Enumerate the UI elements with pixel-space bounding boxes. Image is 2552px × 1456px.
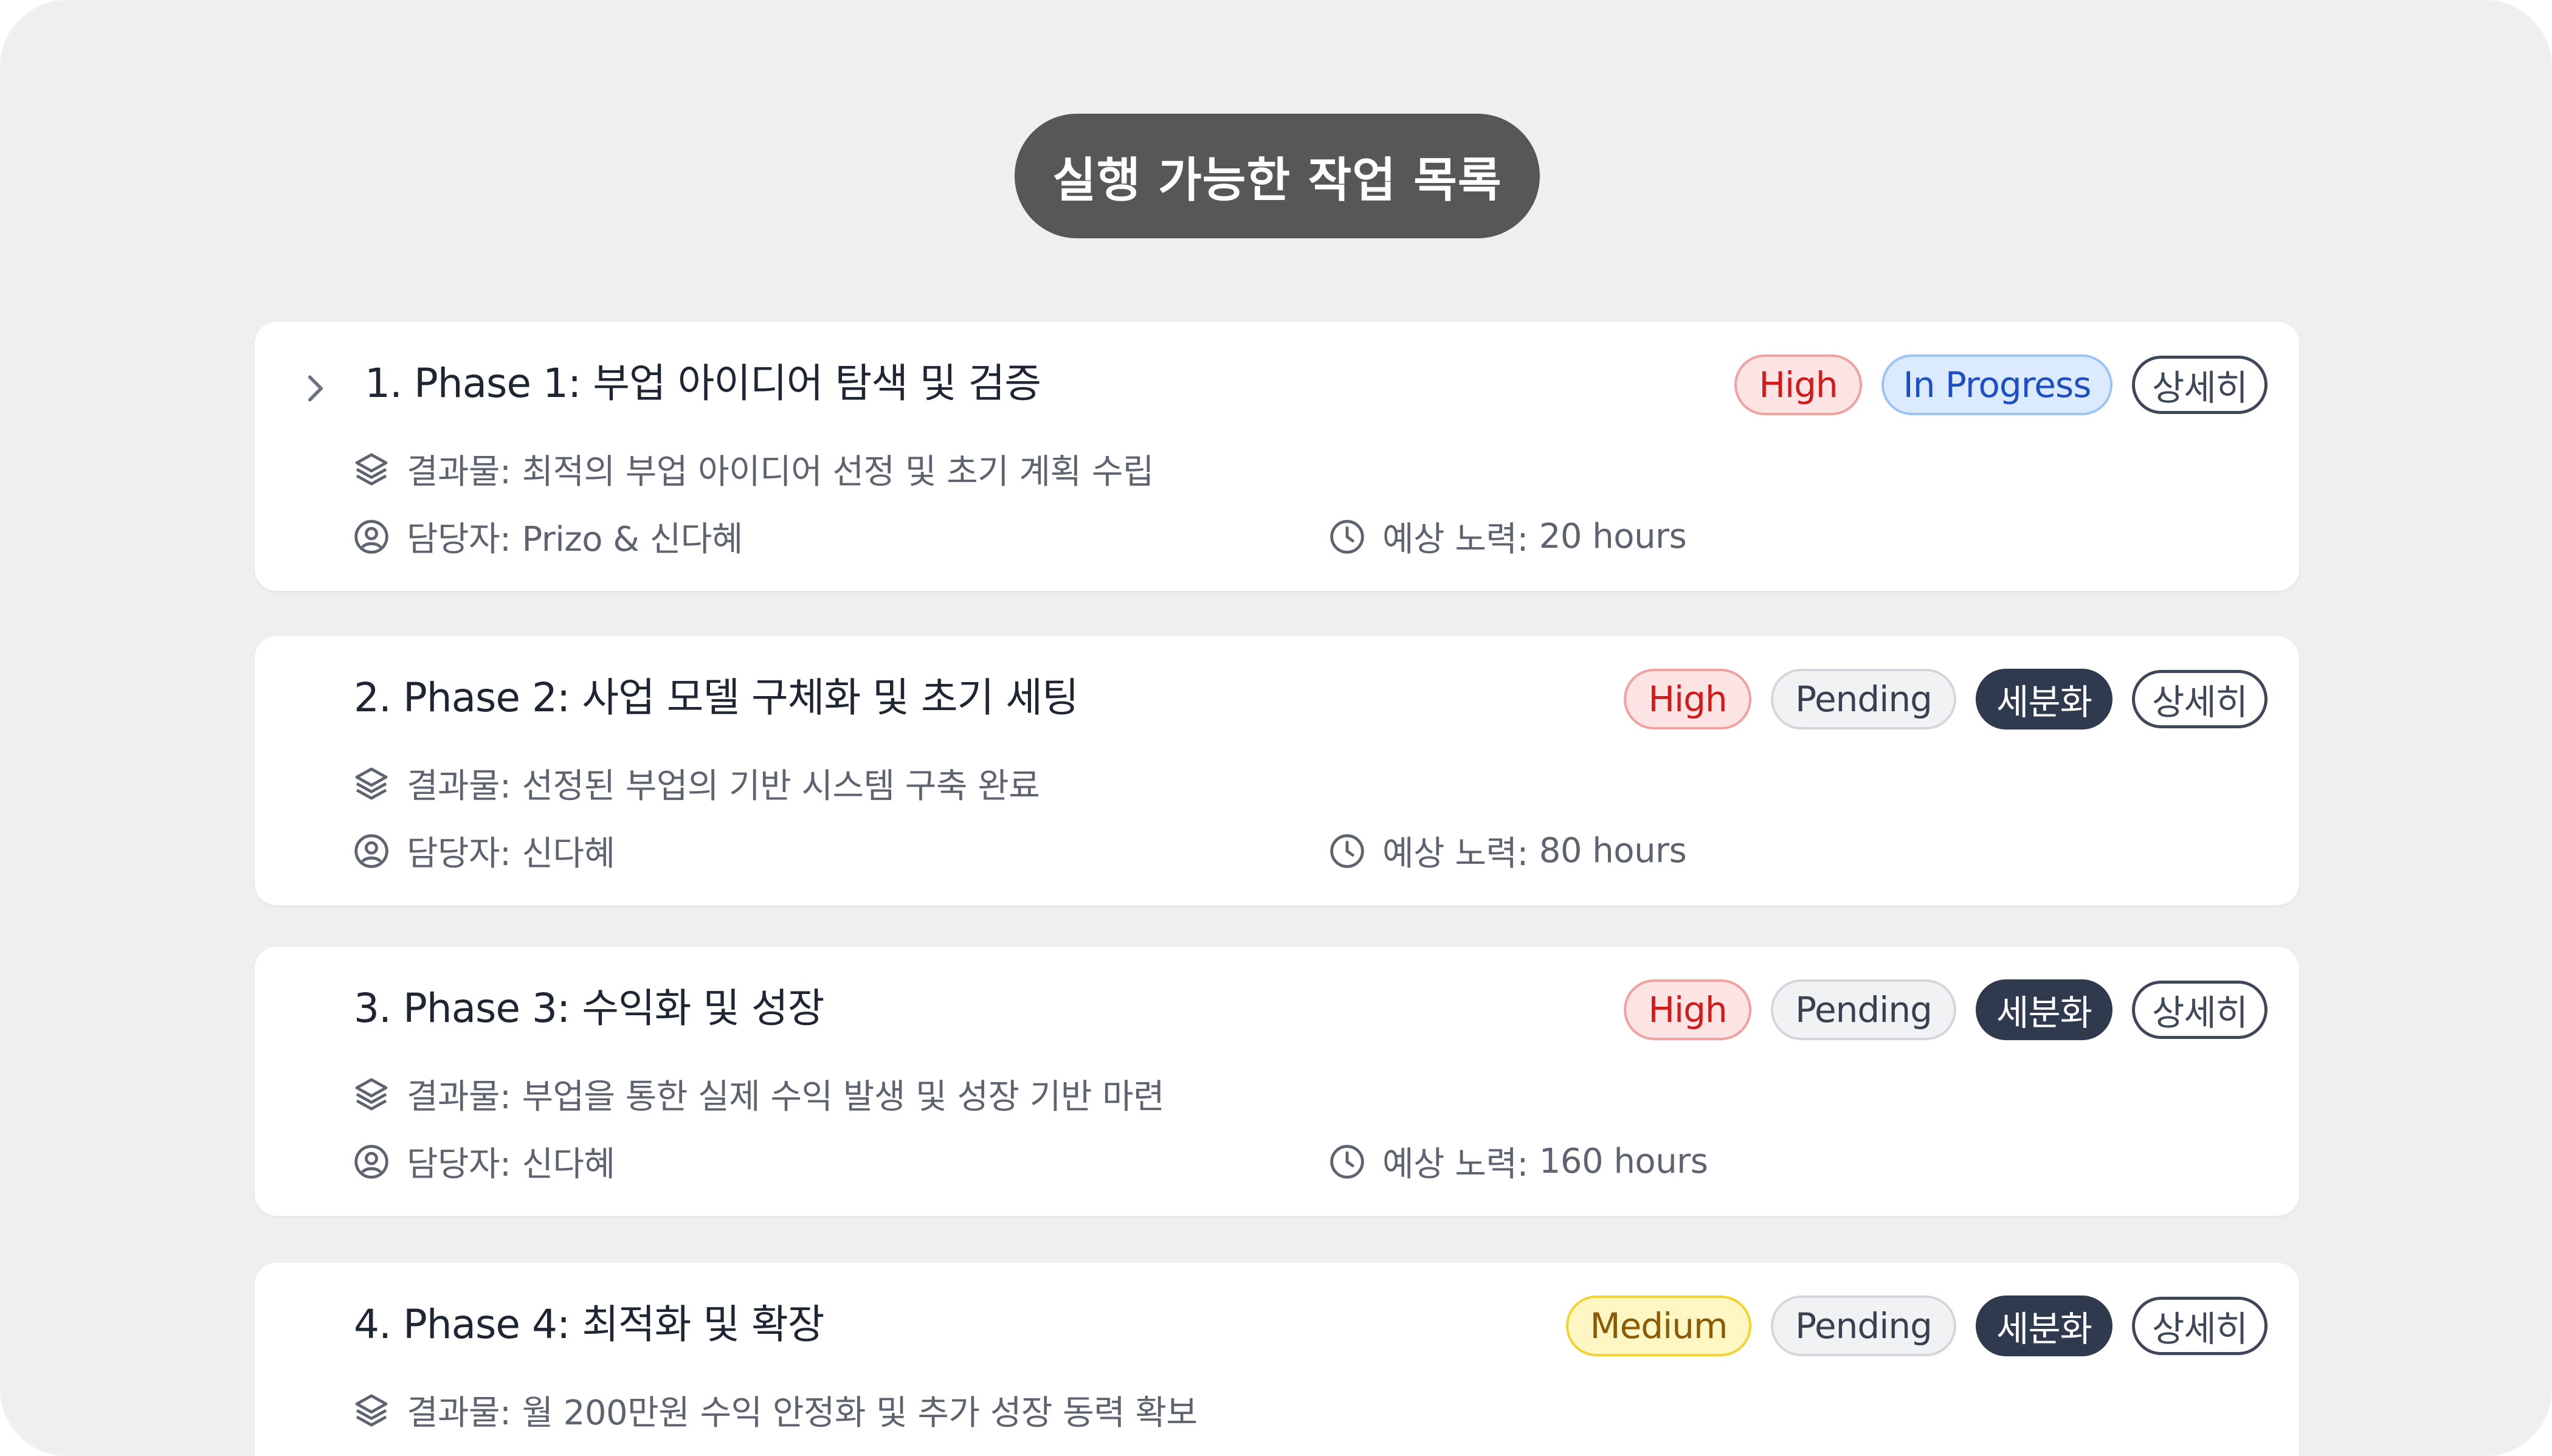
task-card-3[interactable]: 3. Phase 3: 수익화 및 성장 High Pending 세분화 상세…	[255, 947, 2299, 1216]
assignee-row: 담당자: 신다혜	[352, 826, 615, 875]
user-circle-icon	[354, 1144, 388, 1179]
deliverable-value: 부업을 통한 실제 수익 발생 및 성장 기반 마련	[522, 1077, 1165, 1117]
assignee-value: 신다혜	[522, 834, 615, 874]
layers-icon	[355, 1394, 388, 1426]
assignee-row: 담당자: 신다혜	[352, 1137, 615, 1186]
task-badges: High Pending 세분화 상세히	[1624, 977, 2267, 1043]
clock-icon	[1330, 1144, 1364, 1179]
layers-icon	[355, 453, 388, 485]
detail-button[interactable]: 상세히	[2132, 356, 2267, 414]
priority-badge: High	[1624, 979, 1751, 1040]
detail-button[interactable]: 상세히	[2132, 1297, 2267, 1355]
task-title: 2. Phase 2: 사업 모델 구체화 및 초기 세팅	[354, 674, 1079, 721]
priority-badge: High	[1624, 669, 1751, 730]
layers-icon	[355, 767, 388, 799]
page-title: 실행 가능한 작업 목록	[1015, 114, 1540, 238]
assignee-row: 담당자: Prizo & 신다혜	[352, 512, 743, 561]
assignee-value: 신다혜	[522, 1145, 615, 1184]
detail-button[interactable]: 상세히	[2132, 670, 2267, 728]
user-circle-icon	[354, 519, 388, 554]
priority-badge: High	[1734, 354, 1862, 415]
breakdown-button[interactable]: 세분화	[1976, 979, 2112, 1040]
effort-value: 20 hours	[1539, 517, 1687, 556]
deliverable-row: 결과물: 부업을 통한 실제 수익 발생 및 성장 기반 마련	[352, 1069, 1165, 1119]
task-title: 3. Phase 3: 수익화 및 성장	[354, 985, 824, 1032]
status-badge: In Progress	[1881, 354, 2112, 415]
assignee-label: 담당자:	[407, 520, 511, 559]
effort-row: 예상 노력: 20 hours	[1328, 512, 1687, 561]
layers-icon	[355, 1078, 388, 1110]
task-title: 1. Phase 1: 부업 아이디어 탐색 및 검증	[365, 360, 1041, 407]
app-frame: 실행 가능한 작업 목록 1. Phase 1: 부업 아이디어 탐색 및 검증…	[0, 0, 2552, 1456]
chevron-right-icon[interactable]	[298, 371, 333, 405]
task-card-4[interactable]: 4. Phase 4: 최적화 및 확장 Medium Pending 세분화 …	[255, 1263, 2299, 1456]
task-badges: High In Progress 상세히	[1734, 352, 2267, 418]
deliverable-row: 결과물: 최적의 부업 아이디어 선정 및 초기 계획 수립	[352, 444, 1154, 494]
effort-label: 예상 노력:	[1382, 520, 1528, 559]
effort-value: 80 hours	[1539, 831, 1687, 871]
deliverable-value: 선정된 부업의 기반 시스템 구축 완료	[522, 767, 1040, 806]
deliverable-label: 결과물:	[407, 452, 511, 492]
task-title: 4. Phase 4: 최적화 및 확장	[354, 1301, 824, 1348]
user-circle-icon	[354, 833, 388, 868]
status-badge: Pending	[1771, 669, 1956, 730]
deliverable-label: 결과물:	[407, 1077, 511, 1117]
deliverable-row: 결과물: 선정된 부업의 기반 시스템 구축 완료	[352, 759, 1040, 808]
breakdown-button[interactable]: 세분화	[1976, 1296, 2112, 1356]
effort-value: 160 hours	[1539, 1142, 1708, 1181]
task-card-1[interactable]: 1. Phase 1: 부업 아이디어 탐색 및 검증 High In Prog…	[255, 322, 2299, 591]
status-badge: Pending	[1771, 1296, 1956, 1356]
deliverable-value: 최적의 부업 아이디어 선정 및 초기 계획 수립	[522, 452, 1154, 492]
priority-badge: Medium	[1566, 1296, 1751, 1356]
assignee-label: 담당자:	[407, 1145, 511, 1184]
detail-button[interactable]: 상세히	[2132, 981, 2267, 1039]
deliverable-value: 월 200만원 수익 안정화 및 추가 성장 동력 확보	[522, 1393, 1198, 1433]
effort-label: 예상 노력:	[1382, 834, 1528, 874]
effort-label: 예상 노력:	[1382, 1145, 1528, 1184]
assignee-value: Prizo & 신다혜	[522, 520, 743, 559]
task-badges: High Pending 세분화 상세히	[1624, 666, 2267, 732]
task-badges: Medium Pending 세분화 상세히	[1566, 1293, 2267, 1359]
deliverable-label: 결과물:	[407, 1393, 511, 1433]
clock-icon	[1330, 833, 1364, 868]
deliverable-label: 결과물:	[407, 767, 511, 806]
effort-row: 예상 노력: 160 hours	[1328, 1137, 1708, 1186]
assignee-label: 담당자:	[407, 834, 511, 874]
clock-icon	[1330, 519, 1364, 554]
task-card-2[interactable]: 2. Phase 2: 사업 모델 구체화 및 초기 세팅 High Pendi…	[255, 636, 2299, 905]
breakdown-button[interactable]: 세분화	[1976, 669, 2112, 730]
status-badge: Pending	[1771, 979, 1956, 1040]
effort-row: 예상 노력: 80 hours	[1328, 826, 1687, 875]
deliverable-row: 결과물: 월 200만원 수익 안정화 및 추가 성장 동력 확보	[352, 1385, 1198, 1435]
